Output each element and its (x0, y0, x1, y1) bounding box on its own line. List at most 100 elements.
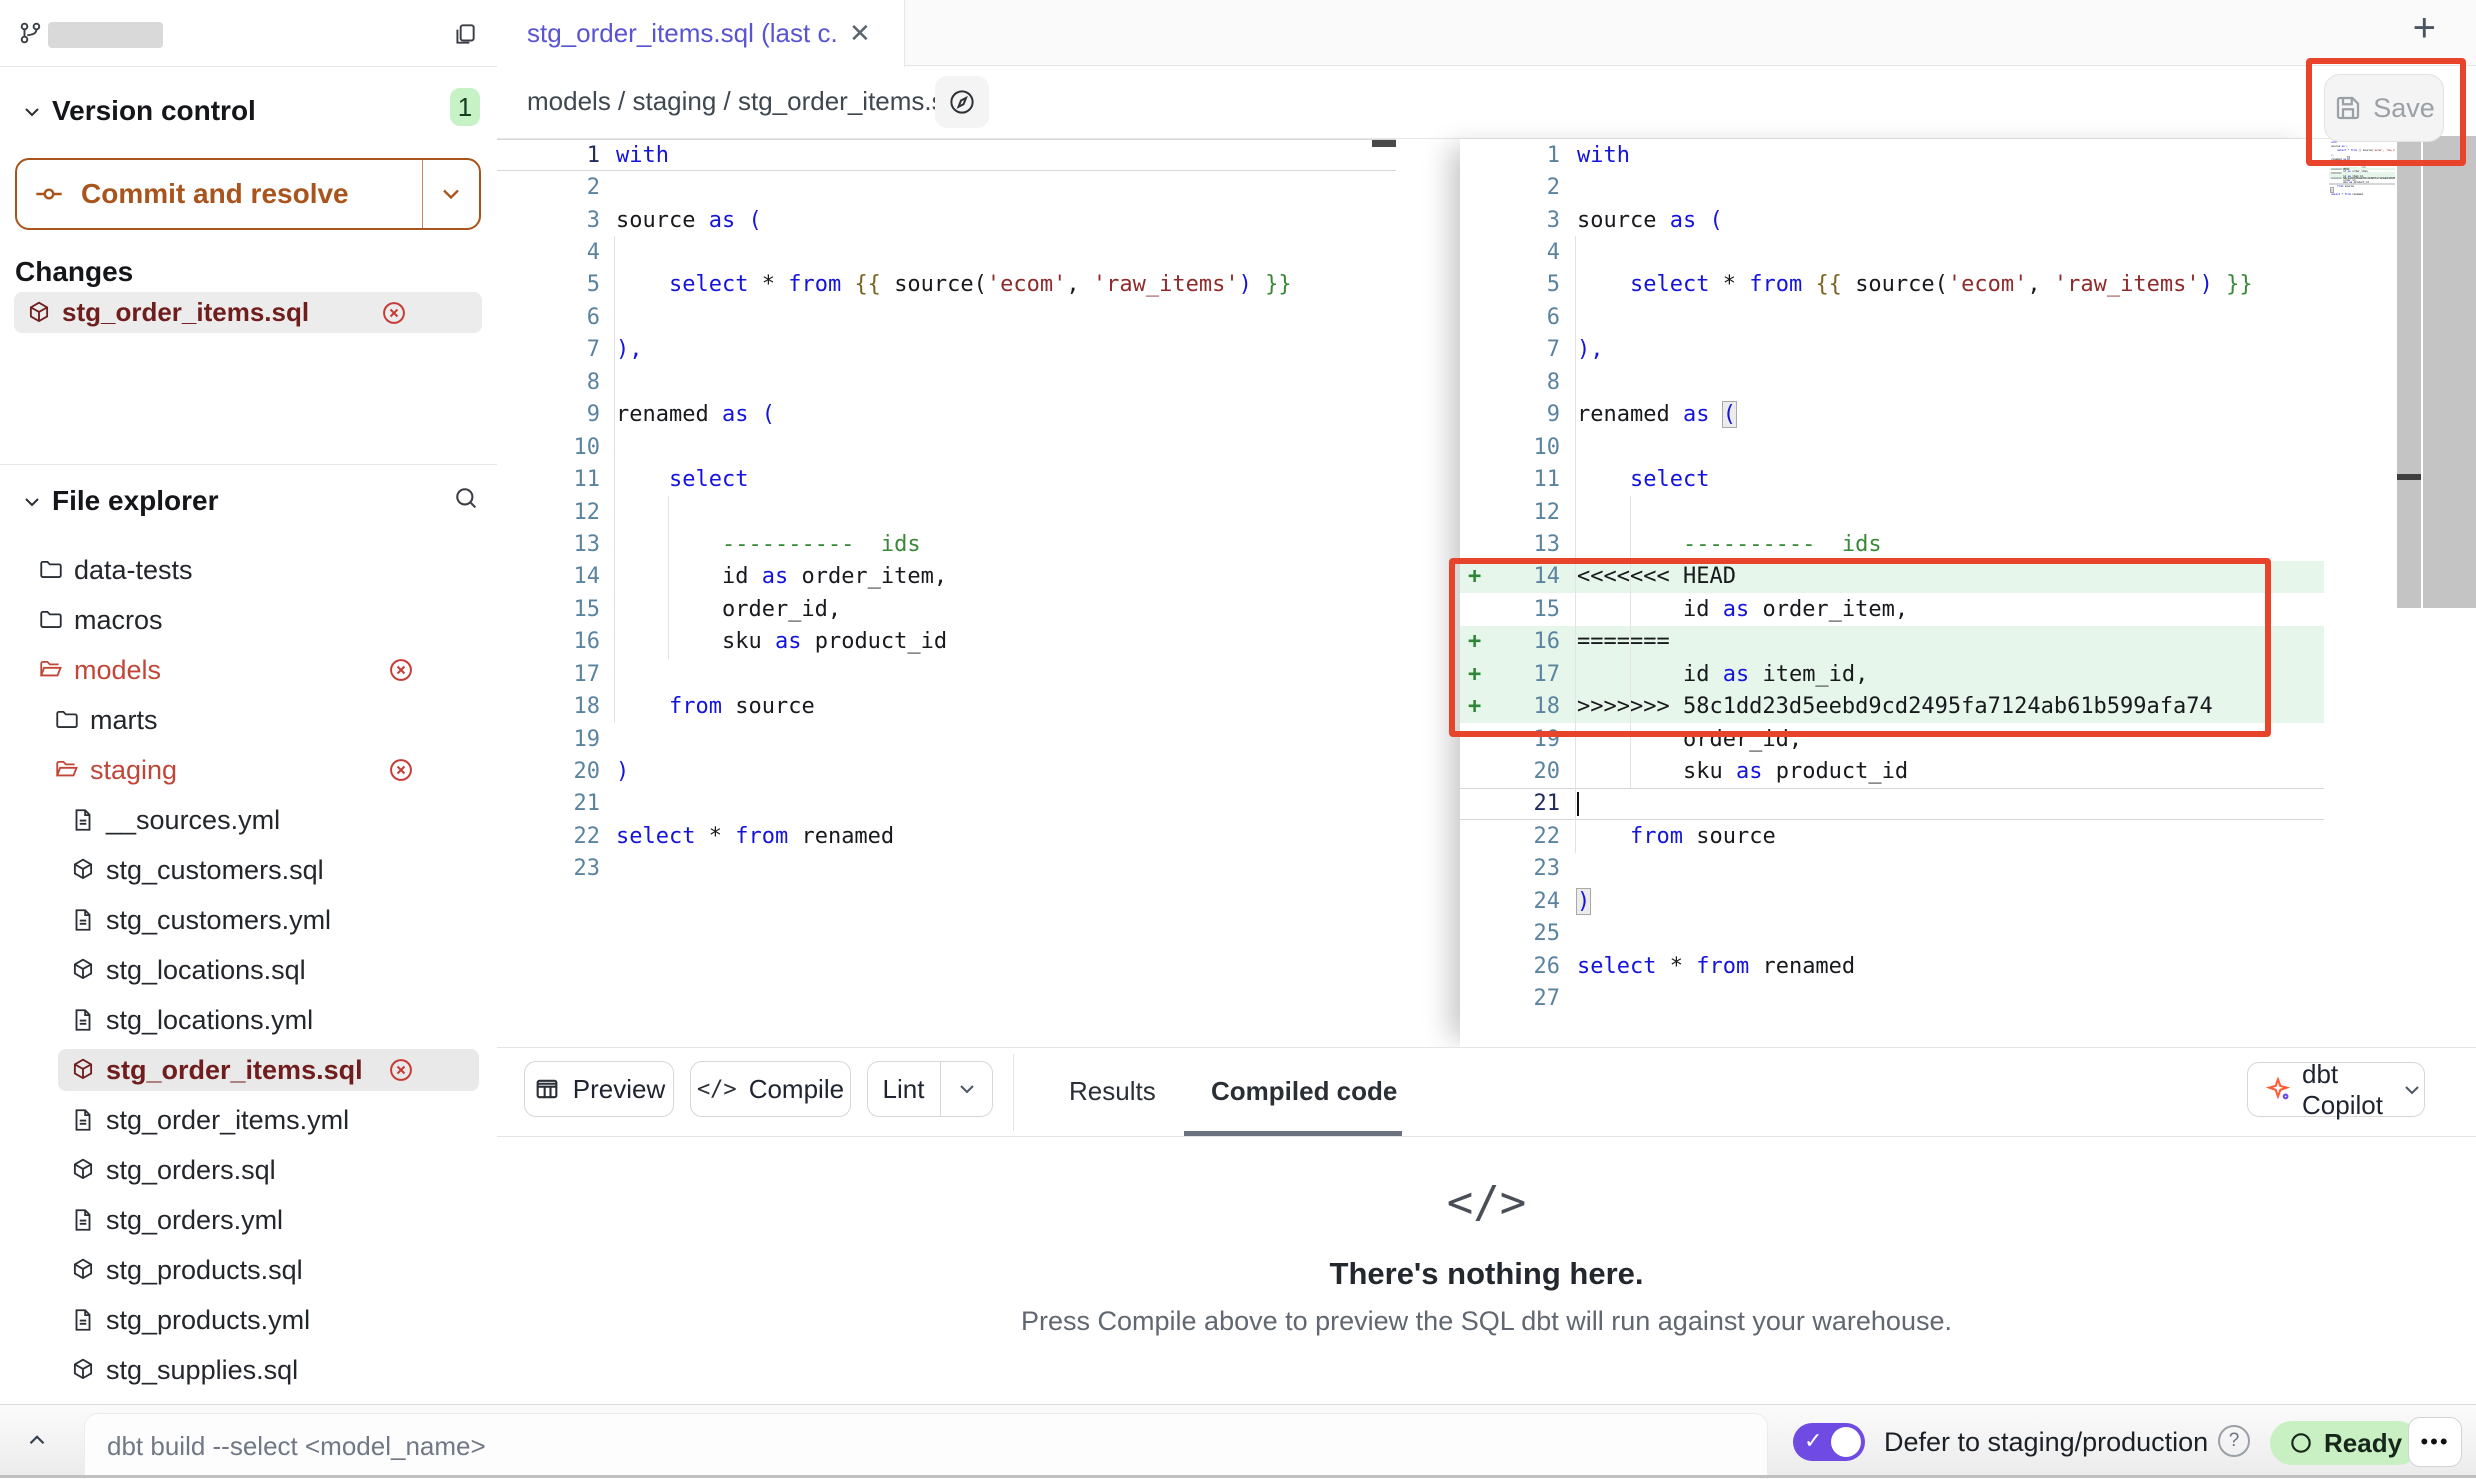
code-line-20[interactable]: 20) (497, 755, 1396, 787)
lint-options-chevron-icon[interactable] (940, 1062, 993, 1116)
conflict-x-icon[interactable] (387, 656, 415, 684)
file-tree-item-staging[interactable]: staging (0, 745, 497, 795)
code-line-18[interactable]: +18>>>>>>> 58c1dd23d5eebd9cd2495fa7124ab… (1460, 690, 2324, 722)
defer-toggle[interactable]: ✓ (1793, 1423, 1865, 1461)
code-line-21[interactable]: 21 (1460, 788, 2324, 820)
code-line-15[interactable]: 15 order_id, (497, 593, 1396, 625)
code-line-10[interactable]: 10 (1460, 431, 2324, 463)
code-line-13[interactable]: 13 ---------- ids (1460, 528, 2324, 560)
more-options-button[interactable]: ••• (2408, 1417, 2462, 1467)
code-line-6[interactable]: 6 (497, 301, 1396, 333)
new-tab-icon[interactable]: + (2413, 6, 2436, 51)
code-line-14[interactable]: 14 id as order_item, (497, 561, 1396, 593)
file-tree-item-stg_order_items.yml[interactable]: stg_order_items.yml (0, 1095, 497, 1145)
code-line-12[interactable]: 12 (1460, 496, 2324, 528)
code-line-10[interactable]: 10 (497, 431, 1396, 463)
tab-close-icon[interactable]: ✕ (849, 18, 871, 49)
code-line-5[interactable]: 5 select * from {{ source('ecom', 'raw_i… (2329, 149, 2395, 151)
commit-options-chevron-icon[interactable] (437, 180, 465, 208)
tab-results[interactable]: Results (1069, 1076, 1156, 1107)
code-line-16[interactable]: +16======= (1460, 626, 2324, 658)
code-line-1[interactable]: 1with (1460, 139, 2324, 171)
file-tree-item-stg_products.yml[interactable]: stg_products.yml (0, 1295, 497, 1345)
lint-button[interactable]: Lint (867, 1061, 993, 1117)
code-line-5[interactable]: 5 select * from {{ source('ecom', 'raw_i… (497, 269, 1396, 301)
code-line-20[interactable]: 20 sku as product_id (1460, 755, 2324, 787)
editor-pane-left[interactable]: 1with23source as (45 select * from {{ so… (497, 139, 1396, 1047)
file-tree-item-stg_orders.sql[interactable]: stg_orders.sql (0, 1145, 497, 1195)
file-tree-item-stg_customers.sql[interactable]: stg_customers.sql (0, 845, 497, 895)
code-line-2[interactable]: 2 (497, 171, 1396, 203)
help-icon[interactable]: ? (2218, 1425, 2250, 1457)
git-branch-icon[interactable] (18, 20, 44, 46)
code-line-26[interactable]: 26select * from renamed (1460, 950, 2324, 982)
code-line-25[interactable]: 25 (1460, 918, 2324, 950)
compile-button[interactable]: </> Compile (690, 1061, 851, 1117)
code-line-2[interactable]: 2 (1460, 171, 2324, 203)
tab-compiled-code[interactable]: Compiled code (1211, 1076, 1397, 1107)
code-line-19[interactable]: 19 (497, 723, 1396, 755)
file-tree-item-stg_orders.yml[interactable]: stg_orders.yml (0, 1195, 497, 1245)
code-line-18[interactable]: 18 from source (497, 690, 1396, 722)
file-tree-item-stg_customers.yml[interactable]: stg_customers.yml (0, 895, 497, 945)
command-input[interactable]: dbt build --select <model_name> (84, 1413, 1768, 1479)
code-line-7[interactable]: 7), (497, 334, 1396, 366)
code-line-14[interactable]: +14<<<<<<< HEAD (1460, 561, 2324, 593)
collapse-chevron-up-icon[interactable] (24, 1427, 50, 1453)
save-button[interactable]: Save (2324, 74, 2444, 142)
search-icon[interactable] (452, 484, 480, 512)
editor-pane-right[interactable]: 1with23source as (45 select * from {{ so… (1460, 139, 2324, 1047)
changed-file-row[interactable]: stg_order_items.sql (14, 292, 482, 333)
code-line-11[interactable]: 11 select (1460, 463, 2324, 495)
editor-scrollbar-thumb[interactable] (2397, 474, 2421, 480)
code-line-4[interactable]: 4 (1460, 236, 2324, 268)
conflict-x-icon[interactable] (387, 1056, 415, 1084)
file-tree-item-stg_order_items.sql[interactable]: stg_order_items.sql (0, 1045, 497, 1095)
code-line-27[interactable]: 27 (1460, 982, 2324, 1014)
conflict-x-icon[interactable] (387, 756, 415, 784)
code-line-5[interactable]: 5 select * from {{ source('ecom', 'raw_i… (1460, 269, 2324, 301)
code-line-23[interactable]: 23 (497, 853, 1396, 885)
code-line-11[interactable]: 11 select (497, 463, 1396, 495)
copy-icon[interactable] (452, 21, 478, 47)
code-line-13[interactable]: 13 ---------- ids (497, 528, 1396, 560)
commit-and-resolve-button[interactable]: Commit and resolve (15, 158, 481, 230)
code-line-6[interactable]: 6 (1460, 301, 2324, 333)
code-line-15[interactable]: 15 id as order_item, (1460, 593, 2324, 625)
code-line-12[interactable]: 12 (497, 496, 1396, 528)
version-control-collapse-icon[interactable] (20, 100, 44, 124)
code-line-21[interactable]: 21 (497, 788, 1396, 820)
code-line-8[interactable]: 8 (497, 366, 1396, 398)
file-tree-item-stg_locations.yml[interactable]: stg_locations.yml (0, 995, 497, 1045)
code-line-3[interactable]: 3source as ( (1460, 204, 2324, 236)
file-tree-item-data-tests[interactable]: data-tests (0, 545, 497, 595)
file-tree-item-models[interactable]: models (0, 645, 497, 695)
code-line-22[interactable]: 22 from source (1460, 820, 2324, 852)
conflict-x-icon[interactable] (380, 299, 408, 327)
code-line-9[interactable]: 9renamed as ( (1460, 399, 2324, 431)
lineage-compass-icon[interactable] (935, 76, 989, 128)
code-line-9[interactable]: 9renamed as ( (497, 399, 1396, 431)
file-tree-item-stg_products.sql[interactable]: stg_products.sql (0, 1245, 497, 1295)
code-line-4[interactable]: 4 (497, 236, 1396, 268)
preview-button[interactable]: Preview (524, 1061, 674, 1117)
file-tree-item-macros[interactable]: macros (0, 595, 497, 645)
code-line-3[interactable]: 3source as ( (497, 204, 1396, 236)
code-line-1[interactable]: 1with (497, 139, 1396, 171)
code-line-17[interactable]: +17 id as item_id, (1460, 658, 2324, 690)
left-pane-scrollbar-thumb[interactable] (1372, 140, 1396, 147)
code-line-17[interactable]: 17 (497, 658, 1396, 690)
code-line-16[interactable]: 16 sku as product_id (497, 626, 1396, 658)
file-tree-item-stg_supplies.sql[interactable]: stg_supplies.sql (0, 1345, 497, 1395)
code-line-7[interactable]: 7), (1460, 334, 2324, 366)
window-scrollbar-track[interactable] (2423, 136, 2476, 608)
file-tree-item-marts[interactable]: marts (0, 695, 497, 745)
editor-scrollbar-track[interactable] (2397, 136, 2421, 608)
code-line-24[interactable]: 24) (1460, 885, 2324, 917)
code-line-22[interactable]: 22select * from renamed (497, 820, 1396, 852)
status-badge-ready[interactable]: Ready (2270, 1421, 2420, 1465)
tab-stg-order-items[interactable]: stg_order_items.sql (last c... ✕ (497, 0, 905, 67)
file-tree-item-stg_locations.sql[interactable]: stg_locations.sql (0, 945, 497, 995)
file-explorer-collapse-icon[interactable] (20, 490, 44, 514)
minimap[interactable]: 1with23source as (45 select * from {{ so… (2329, 141, 2395, 201)
